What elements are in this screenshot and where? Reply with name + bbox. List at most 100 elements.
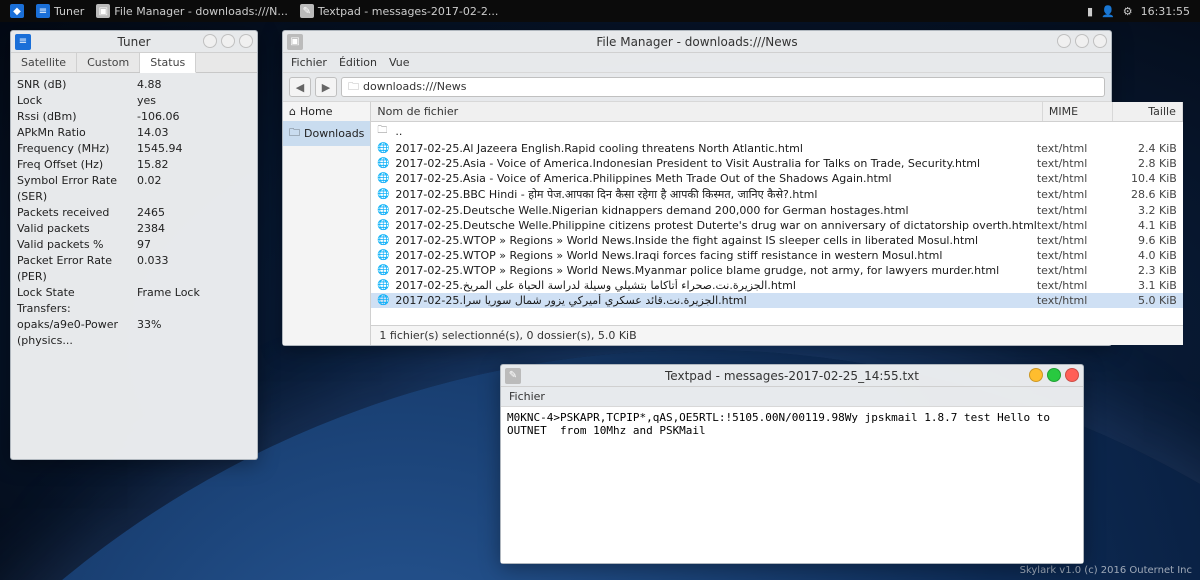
clock[interactable]: 16:31:55: [1141, 5, 1190, 18]
textpad-menu: Fichier: [501, 387, 1083, 407]
column-mime[interactable]: MIME: [1043, 102, 1113, 121]
tuner-window: ≡ Tuner SatelliteCustomStatus SNR (dB)4.…: [10, 30, 258, 460]
status-value: 2384: [137, 221, 165, 237]
desktop-credit: Skylark v1.0 (c) 2016 Outernet Inc: [1020, 565, 1192, 576]
file-size: 5.0 KiB: [1107, 294, 1177, 307]
status-key: Valid packets: [17, 221, 137, 237]
file-size: 2.8 KiB: [1107, 157, 1177, 170]
status-key: Packets received: [17, 205, 137, 221]
status-row: Rssi (dBm)-106.06: [17, 109, 251, 125]
maximize-button[interactable]: [1075, 34, 1089, 48]
file-row[interactable]: 🌐2017-02-25.Asia - Voice of America.Indo…: [371, 156, 1182, 171]
column-size[interactable]: Taille: [1113, 102, 1183, 121]
maximize-button[interactable]: [221, 34, 235, 48]
file-row[interactable]: 🌐2017-02-25.Asia - Voice of America.Phil…: [371, 171, 1182, 186]
address-text: downloads:///News: [363, 78, 466, 96]
taskbar-item-tuner[interactable]: ≡ Tuner: [30, 2, 90, 20]
filemanager-window: ▣ File Manager - downloads:///News Fichi…: [282, 30, 1112, 346]
tuner-icon: ≡: [15, 34, 31, 50]
minimize-button[interactable]: [203, 34, 217, 48]
forward-button[interactable]: ▶: [315, 77, 337, 97]
close-button[interactable]: [239, 34, 253, 48]
close-button[interactable]: [1093, 34, 1107, 48]
filemanager-menu: Fichier Édition Vue: [283, 53, 1111, 73]
address-bar[interactable]: 🗀 downloads:///News: [341, 77, 1105, 97]
tray-user-icon[interactable]: 👤: [1101, 5, 1115, 18]
file-name: 2017-02-25.الجزيرة.نت.صحراء أتاكاما بتشي…: [395, 279, 1036, 292]
status-row: opaks/a9e0-Power (physics...33%: [17, 317, 251, 349]
file-row[interactable]: 🌐 2017-02-25.WTOP » Regions » World News.…: [371, 233, 1182, 248]
status-key: Symbol Error Rate (SER): [17, 173, 137, 205]
file-row[interactable]: 🌐2017-02-25.Al Jazeera English.Rapid coo…: [371, 141, 1182, 156]
file-icon: 🌐: [377, 295, 391, 306]
column-name[interactable]: Nom de fichier: [371, 102, 1042, 121]
taskbar-label: Tuner: [54, 5, 84, 18]
menu-fichier[interactable]: Fichier: [509, 390, 545, 403]
taskbar: ◆ ≡ Tuner ▣ File Manager - downloads:///…: [0, 0, 1200, 22]
status-key: Transfers:: [17, 301, 137, 317]
file-mime: text/html: [1037, 172, 1107, 185]
filemanager-statusbar: 1 fichier(s) selectionné(s), 0 dossier(s…: [371, 325, 1182, 345]
status-key: APkMn Ratio: [17, 125, 137, 141]
file-icon: 🌐: [377, 265, 391, 276]
tab-satellite[interactable]: Satellite: [11, 53, 77, 72]
status-row: Freq Offset (Hz)15.82: [17, 157, 251, 173]
file-mime: text/html: [1037, 142, 1107, 155]
start-button[interactable]: ◆: [4, 2, 30, 20]
file-icon: 🌐: [377, 250, 391, 261]
status-value: 2465: [137, 205, 165, 221]
file-row[interactable]: 🌐2017-02-25.Deutsche Welle.Nigerian kidn…: [371, 203, 1182, 218]
file-name: 2017-02-25.Al Jazeera English.Rapid cool…: [395, 142, 1036, 155]
status-row: Valid packets2384: [17, 221, 251, 237]
status-key: Valid packets %: [17, 237, 137, 253]
file-mime: text/html: [1037, 219, 1107, 232]
file-name: 2017-02-25.WTOP » Regions » World News.I…: [395, 249, 1036, 262]
status-row: SNR (dB)4.88: [17, 77, 251, 93]
filemanager-list: 🗀..🌐2017-02-25.Al Jazeera English.Rapid …: [371, 122, 1182, 325]
minimize-button[interactable]: [1029, 368, 1043, 382]
close-button[interactable]: [1065, 368, 1079, 382]
taskbar-item-textpad[interactable]: ✎ Textpad - messages-2017-02-2...: [294, 2, 504, 20]
sidebar-item-home[interactable]: ⌂ Home: [283, 102, 370, 121]
window-titlebar[interactable]: ✎ Textpad - messages-2017-02-25_14:55.tx…: [501, 365, 1083, 387]
back-button[interactable]: ◀: [289, 77, 311, 97]
folder-icon: ▣: [96, 4, 110, 18]
minimize-button[interactable]: [1057, 34, 1071, 48]
sidebar-item-downloads[interactable]: 🗀 Downloads: [283, 121, 370, 146]
file-size: 3.1 KiB: [1107, 279, 1177, 292]
file-row[interactable]: 🌐2017-02-25.WTOP » Regions » World News.…: [371, 263, 1182, 278]
status-key: Rssi (dBm): [17, 109, 137, 125]
tray-battery-icon[interactable]: ▮: [1087, 5, 1093, 18]
window-titlebar[interactable]: ≡ Tuner: [11, 31, 257, 53]
window-titlebar[interactable]: ▣ File Manager - downloads:///News: [283, 31, 1111, 53]
file-name: ..: [395, 125, 1036, 138]
menu-édition[interactable]: Édition: [339, 56, 377, 69]
file-row[interactable]: 🌐2017-02-25.BBC Hindi - होम पेज.आपका दिन…: [371, 186, 1182, 203]
file-row[interactable]: 🌐2017-02-25.الجزيرة.نت.صحراء أتاكاما بتش…: [371, 278, 1182, 293]
tab-custom[interactable]: Custom: [77, 53, 140, 72]
tab-status[interactable]: Status: [140, 53, 196, 73]
maximize-button[interactable]: [1047, 368, 1061, 382]
file-mime: text/html: [1037, 279, 1107, 292]
file-row[interactable]: 🌐2017-02-25.Deutsche Welle.Philippine ci…: [371, 218, 1182, 233]
menu-fichier[interactable]: Fichier: [291, 56, 327, 69]
status-value: 14.03: [137, 125, 169, 141]
status-value: 4.88: [137, 77, 162, 93]
status-value: 33%: [137, 317, 161, 349]
menu-vue[interactable]: Vue: [389, 56, 410, 69]
file-name: 2017-02-25.WTOP » Regions » World News.I…: [395, 234, 1036, 247]
file-icon: 🌐: [377, 205, 391, 216]
file-row[interactable]: 🌐 2017-02-25.WTOP » Regions » World News.…: [371, 248, 1182, 263]
file-icon: 🌐: [377, 235, 391, 246]
textpad-content[interactable]: M0KNC-4>PSKAPR,TCPIP*,qAS,OE5RTL:!5105.0…: [501, 407, 1083, 563]
tray-settings-icon[interactable]: ⚙: [1123, 5, 1133, 18]
file-row[interactable]: 🌐2017-02-25.الجزيرة.نت.قائد عسكري أميركي…: [371, 293, 1182, 308]
taskbar-item-filemanager[interactable]: ▣ File Manager - downloads:///N...: [90, 2, 294, 20]
status-value: 0.033: [137, 253, 169, 285]
status-key: Lock: [17, 93, 137, 109]
file-mime: text/html: [1037, 157, 1107, 170]
status-value: yes: [137, 93, 156, 109]
file-mime: text/html: [1037, 234, 1107, 247]
file-icon: 🌐: [377, 189, 391, 200]
file-row-parent[interactable]: 🗀..: [371, 122, 1182, 141]
